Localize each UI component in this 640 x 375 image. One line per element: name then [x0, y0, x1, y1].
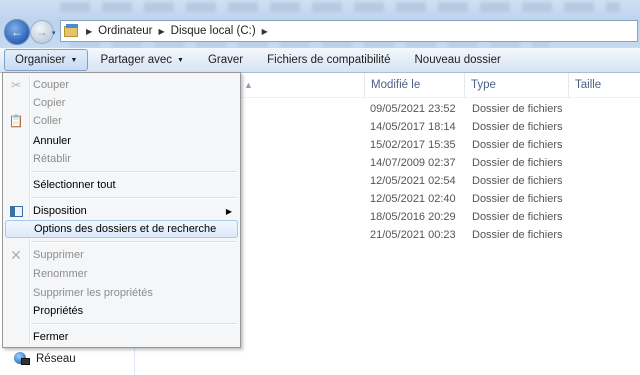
type-cell: Dossier de fichiers	[472, 103, 563, 115]
date-cell: 21/05/2021 00:23	[370, 229, 456, 241]
menu-item-select-all[interactable]: Sélectionner tout	[5, 176, 238, 194]
menu-item-remove-properties[interactable]: Supprimer les propriétés	[5, 284, 238, 302]
menu-item-undo[interactable]: Annuler	[5, 132, 238, 150]
menu-item-cut[interactable]: ✂ Couper	[5, 76, 238, 94]
type-cell: Dossier de fichiers	[472, 175, 563, 187]
share-with-button[interactable]: Partager avec ▼	[88, 49, 196, 71]
title-bar: ← → ▾ ▶ Ordinateur ▶ Disque local (C:) ▶	[0, 0, 640, 48]
menu-separator	[31, 323, 237, 325]
back-button[interactable]: ←	[4, 19, 30, 45]
breadcrumb-local-disk[interactable]: Disque local (C:)	[171, 25, 256, 37]
organize-label: Organiser	[15, 54, 66, 66]
breadcrumb-computer[interactable]: Ordinateur	[98, 25, 152, 37]
breadcrumb-separator[interactable]: ▶	[262, 27, 268, 36]
menu-item-close[interactable]: Fermer	[5, 328, 238, 346]
type-cell: Dossier de fichiers	[472, 229, 563, 241]
type-cell: Dossier de fichiers	[472, 157, 563, 169]
menu-separator	[31, 197, 237, 199]
submenu-arrow-icon: ▶	[225, 206, 232, 216]
menu-item-folder-options[interactable]: Options des dossiers et de recherche	[5, 220, 238, 238]
organize-button[interactable]: Organiser ▼	[4, 49, 89, 71]
command-bar: Organiser ▼ Partager avec ▼ Graver Fichi…	[0, 48, 640, 73]
folder-icon	[64, 24, 80, 38]
compatibility-files-button[interactable]: Fichiers de compatibilité	[255, 49, 402, 71]
type-cell: Dossier de fichiers	[472, 211, 563, 223]
delete-x-icon: ✕	[10, 246, 22, 263]
column-header-size[interactable]: Taille	[568, 73, 640, 97]
organize-menu: ✂ Couper Copier 📋 Coller Annuler Rétabli…	[2, 72, 241, 348]
back-arrow-icon: ←	[11, 25, 23, 39]
chevron-down-icon: ▼	[177, 56, 184, 64]
burn-label: Graver	[207, 54, 244, 66]
date-cell: 14/07/2009 02:37	[370, 157, 456, 169]
chevron-down-icon: ▼	[70, 56, 78, 64]
menu-item-properties[interactable]: Propriétés	[5, 302, 238, 320]
date-cell: 14/05/2017 18:14	[370, 121, 456, 133]
menu-item-paste[interactable]: 📋 Coller	[5, 112, 238, 130]
share-label: Partager avec	[100, 54, 173, 66]
type-cell: Dossier de fichiers	[472, 121, 563, 133]
blurred-background	[60, 2, 620, 12]
date-cell: 18/05/2016 20:29	[370, 211, 456, 223]
layout-icon	[9, 205, 23, 217]
menu-item-redo[interactable]: Rétablir	[5, 150, 238, 168]
network-icon	[14, 352, 30, 366]
menu-item-copy[interactable]: Copier	[5, 94, 238, 112]
date-cell: 12/05/2021 02:54	[370, 175, 456, 187]
recent-pages-dropdown[interactable]: ▾	[52, 29, 56, 37]
column-header-date[interactable]: Modifié le	[364, 73, 462, 97]
scissors-icon: ✂	[10, 78, 22, 92]
type-cell: Dossier de fichiers	[472, 139, 563, 151]
breadcrumb-separator[interactable]: ▶	[86, 27, 92, 36]
date-cell: 15/02/2017 15:35	[370, 139, 456, 151]
burn-button[interactable]: Graver	[196, 49, 255, 71]
date-cell: 09/05/2021 23:52	[370, 103, 456, 115]
forward-arrow-icon: →	[36, 25, 48, 39]
new-folder-label: Nouveau dossier	[414, 54, 501, 66]
address-bar[interactable]: ▶ Ordinateur ▶ Disque local (C:) ▶	[60, 20, 638, 42]
forward-button[interactable]: →	[30, 20, 54, 44]
menu-item-rename[interactable]: Renommer	[5, 265, 238, 283]
menu-separator	[31, 171, 237, 173]
compat-label: Fichiers de compatibilité	[267, 54, 391, 66]
column-header-type[interactable]: Type	[464, 73, 568, 97]
nav-item-network[interactable]: Réseau	[14, 352, 76, 366]
new-folder-button[interactable]: Nouveau dossier	[403, 49, 513, 71]
menu-item-layout[interactable]: Disposition ▶	[5, 202, 238, 220]
nav-item-label: Réseau	[36, 353, 76, 365]
type-cell: Dossier de fichiers	[472, 193, 563, 205]
date-cell: 12/05/2021 02:40	[370, 193, 456, 205]
clipboard-icon: 📋	[8, 114, 24, 128]
menu-item-delete[interactable]: ✕ Supprimer	[5, 246, 238, 264]
breadcrumb-separator[interactable]: ▶	[159, 27, 165, 36]
menu-separator	[31, 241, 237, 243]
